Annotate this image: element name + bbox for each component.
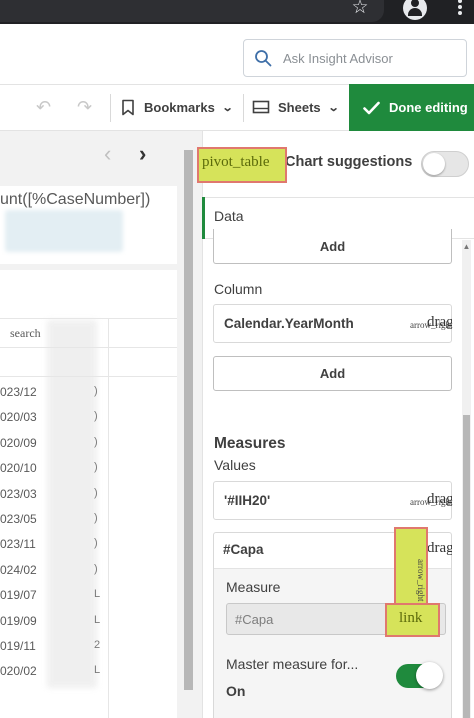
toolbar-divider [110,94,111,122]
table-divider [108,318,109,718]
table-row-value: ) [94,385,98,397]
drag-handle[interactable]: dragg [427,540,452,557]
table-row-value: L [94,664,101,676]
measures-heading: Measures [214,435,286,452]
chart-suggestions-toggle[interactable] [421,151,469,177]
table-row-date[interactable]: 023/12 [0,385,37,399]
bookmark-star-icon[interactable]: ☆ [349,0,371,19]
chevron-down-icon: ⌄ [327,101,340,114]
table-row-date[interactable]: 020/03 [0,410,37,424]
undo-icon[interactable]: ↶ [36,97,56,117]
link-annotation[interactable]: link [385,603,440,637]
chart-suggestions-label: Chart suggestions [285,154,413,170]
active-tab-indicator [202,197,205,239]
address-bar[interactable] [0,0,384,22]
kpi-title: unt([%CaseNumber]) [0,191,151,208]
table-row-value: ) [94,563,98,575]
table-row-value: L [94,588,101,600]
add-label: Add [319,366,346,381]
search-placeholder: Ask Insight Advisor [283,51,393,66]
sheets-icon [252,100,270,114]
table-row-date[interactable]: 019/07 [0,588,37,602]
table-row-value: ) [94,487,98,499]
browser-menu-icon[interactable] [455,0,465,18]
done-editing-label: Done editing [389,100,468,115]
chevron-down-icon: ⌄ [221,101,234,114]
pivot-table-annotation: pivot_table [197,147,287,183]
table-divider [0,347,177,348]
master-measure-value: On [226,683,246,699]
table-row-date[interactable]: 023/05 [0,512,37,526]
search-icon [255,50,272,67]
add-column-button[interactable]: Add [213,356,452,391]
capa-measure-title[interactable]: #Capa [223,542,264,557]
table-row-value: L [94,614,101,626]
table-divider [0,376,177,377]
column-field-item[interactable]: Calendar.YearMonth arrow_right dragg [213,304,453,343]
master-measure-label: Master measure for... [226,656,359,672]
next-sheet-icon[interactable]: › [139,142,153,166]
sheets-label: Sheets [278,99,321,115]
done-editing-button[interactable]: Done editing [349,84,474,131]
measure-field-name: '#IIH20' [224,493,271,508]
table-row-date[interactable]: 023/11 [0,537,36,551]
drag-handle[interactable]: dragg [427,491,452,508]
column-heading: Column [214,281,263,297]
toolbar-divider [243,94,244,122]
redo-icon[interactable]: ↷ [77,97,97,117]
table-row-date[interactable]: 020/10 [0,461,37,475]
table-row-date[interactable]: 020/09 [0,436,37,450]
add-dimension-button[interactable]: Add [213,229,452,264]
add-label: Add [319,238,346,254]
measure-label: Measure [226,579,281,595]
measure-field-item[interactable]: '#IIH20' arrow_right dragg [213,481,453,520]
canvas-scrollbar[interactable] [184,150,193,690]
drag-handle[interactable]: dragg [427,314,452,331]
checkmark-icon [363,101,380,114]
bookmarks-label: Bookmarks [144,99,215,115]
table-row-date[interactable]: 023/03 [0,487,37,501]
table-row-date[interactable]: 019/11 [0,639,36,653]
table-column-header[interactable]: search [10,326,41,341]
panel-scrollbar-thumb[interactable] [463,415,470,718]
scroll-up-icon[interactable]: ▲ [462,240,471,254]
table-row-value: ) [94,436,98,448]
table-row-date[interactable]: 019/09 [0,614,37,628]
values-heading: Values [214,457,256,473]
master-measure-toggle[interactable] [396,662,443,689]
table-row-value: 2 [94,639,101,651]
bookmarks-button[interactable]: Bookmarks ⌄ [118,92,236,122]
column-field-name: Calendar.YearMonth [224,316,354,331]
table-row-date[interactable]: 024/02 [0,563,37,577]
bookmark-icon [122,99,134,115]
table-row-date[interactable]: 020/02 [0,664,37,678]
table-divider [0,318,177,319]
table-row-value: ) [94,512,98,524]
tab-data-label: Data [214,208,244,224]
previous-sheet-icon[interactable]: ‹ [104,142,118,166]
table-row-value: ) [94,537,98,549]
table-row-value: ) [94,410,98,422]
sheets-button[interactable]: Sheets ⌄ [252,92,344,122]
kpi-value-blurred [5,210,123,252]
table-row-value: ) [94,461,98,473]
